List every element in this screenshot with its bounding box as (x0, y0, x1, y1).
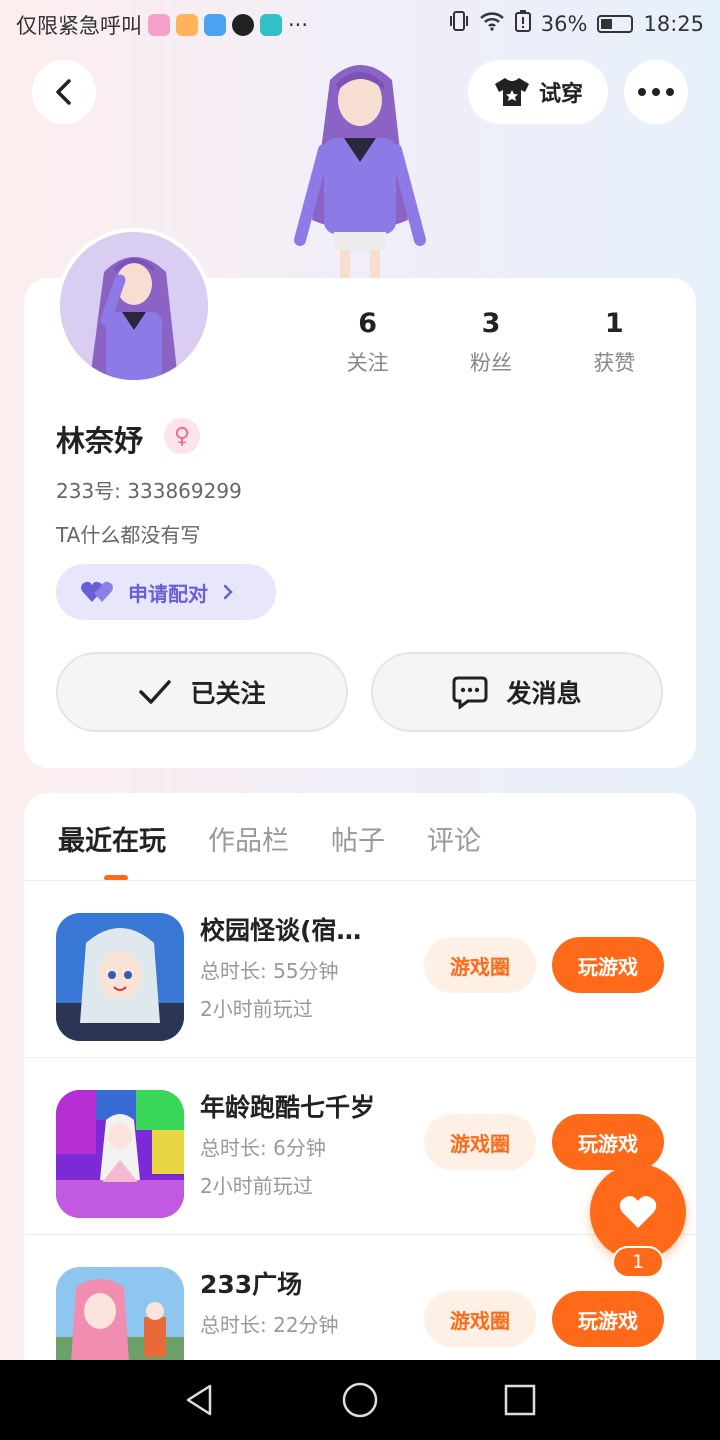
play-game-button[interactable]: 玩游戏 (552, 937, 664, 993)
send-message-button[interactable]: 发消息 (371, 652, 663, 732)
tab-recently-played[interactable]: 最近在玩 (58, 819, 166, 858)
heart-icon (619, 1196, 657, 1228)
female-gender-icon: ♀ (164, 418, 200, 454)
double-heart-icon (81, 581, 113, 602)
try-on-label: 试穿 (538, 82, 583, 107)
more-notifications-indicator: ··· (288, 13, 309, 37)
stat-value: 6 (358, 308, 378, 339)
game-circle-button[interactable]: 游戏圈 (424, 937, 536, 993)
tab-works[interactable]: 作品栏 (208, 819, 289, 858)
stat-label: 关注 (346, 351, 389, 375)
avatar-3d-figure[interactable] (280, 50, 440, 280)
game-row[interactable]: 校园怪谈(宿… 总时长: 55分钟 2小时前玩过 游戏圈 玩游戏 (24, 881, 696, 1058)
game-duration: 总时长: 55分钟 (200, 959, 339, 983)
notification-app-icon (260, 14, 282, 36)
like-count-badge: 1 (612, 1246, 664, 1278)
chevron-left-icon (56, 79, 71, 105)
stat-value: 1 (604, 308, 624, 339)
back-button[interactable] (32, 60, 96, 124)
vibrate-icon (449, 10, 469, 37)
carrier-text: 仅限紧急呼叫 (16, 14, 142, 38)
game-title: 年龄跑酷七千岁 (200, 1093, 376, 1122)
battery-alert-icon (514, 10, 531, 37)
game-circle-button[interactable]: 游戏圈 (424, 1114, 536, 1170)
status-bar: 仅限紧急呼叫 ··· 36% 18:25 (0, 0, 720, 50)
recent-games-card: 最近在玩 作品栏 帖子 评论 校园怪谈(宿… 总时长: 55分钟 2小时前玩过 … (24, 793, 696, 1393)
game-icon[interactable] (56, 913, 184, 1041)
user-bio: TA什么都没有写 (56, 523, 201, 547)
game-title: 233广场 (200, 1270, 303, 1299)
stat-following[interactable]: 6 关注 (306, 308, 429, 377)
game-title: 校园怪谈(宿… (200, 916, 362, 945)
user-name: 林奈妤 (56, 424, 144, 458)
request-match-button[interactable]: 申请配对 (56, 564, 276, 620)
stat-value: 3 (481, 308, 501, 339)
nav-back-button[interactable] (180, 1380, 220, 1420)
user-id: 233号: 333869299 (56, 479, 242, 503)
battery-icon (597, 14, 634, 33)
chevron-right-icon (223, 584, 233, 600)
play-game-button[interactable]: 玩游戏 (552, 1114, 664, 1170)
play-game-button[interactable]: 玩游戏 (552, 1291, 664, 1347)
request-match-label: 申请配对 (128, 581, 208, 606)
checkmark-icon (139, 680, 172, 704)
tshirt-icon (494, 78, 529, 106)
status-time: 18:25 (643, 11, 704, 36)
more-options-button[interactable] (624, 60, 688, 124)
nav-recents-button[interactable] (500, 1380, 540, 1420)
stat-label: 获赞 (593, 351, 636, 375)
game-last-played: 2小时前玩过 (200, 1174, 313, 1198)
system-nav-bar (0, 1360, 720, 1440)
stat-followers[interactable]: 3 粉丝 (429, 308, 552, 377)
game-circle-button[interactable]: 游戏圈 (424, 1291, 536, 1347)
stat-label: 粉丝 (469, 351, 512, 375)
circle-home-icon (342, 1382, 378, 1418)
followed-button[interactable]: 已关注 (56, 652, 348, 732)
game-duration: 总时长: 22分钟 (200, 1313, 339, 1337)
profile-stats: 6 关注 3 粉丝 1 获赞 (306, 308, 676, 377)
notification-app-icon (204, 14, 226, 36)
tiktok-icon (232, 14, 254, 36)
send-message-label: 发消息 (506, 679, 582, 708)
triangle-back-icon (186, 1384, 212, 1416)
more-dots-icon (638, 88, 674, 96)
tab-comments[interactable]: 评论 (427, 819, 481, 858)
followed-label: 已关注 (190, 679, 266, 708)
chat-bubble-icon (452, 676, 488, 709)
square-recents-icon (504, 1384, 536, 1416)
avatar[interactable] (56, 228, 212, 384)
notification-app-icon (148, 14, 170, 36)
wifi-icon (479, 11, 505, 36)
notification-app-icon (176, 14, 198, 36)
battery-percent: 36% (540, 11, 588, 36)
try-on-button[interactable]: 试穿 (468, 60, 608, 124)
game-icon[interactable] (56, 1090, 184, 1218)
profile-tabs: 最近在玩 作品栏 帖子 评论 (58, 819, 481, 858)
stat-likes[interactable]: 1 获赞 (553, 308, 676, 377)
game-last-played: 2小时前玩过 (200, 997, 313, 1021)
tab-posts[interactable]: 帖子 (331, 819, 385, 858)
nav-home-button[interactable] (340, 1380, 380, 1420)
game-duration: 总时长: 6分钟 (200, 1136, 326, 1160)
